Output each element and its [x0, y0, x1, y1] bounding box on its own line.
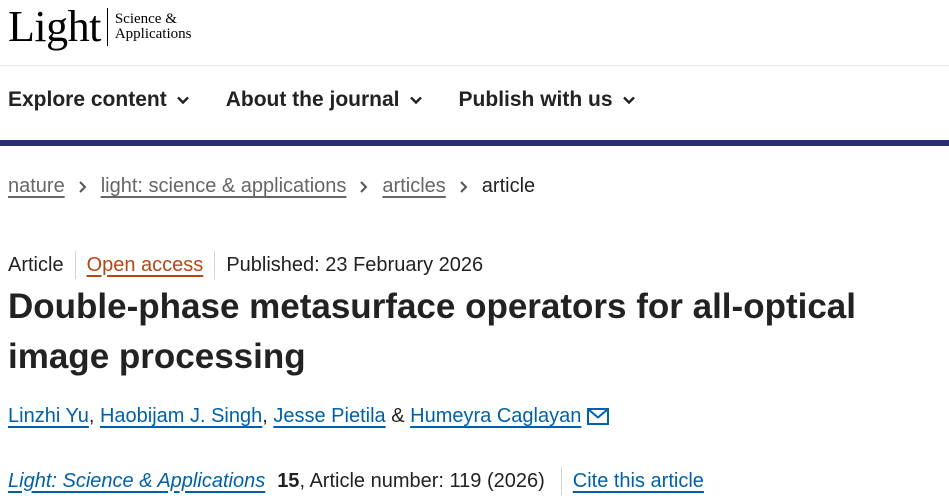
- article-title-line2: image processing: [8, 337, 306, 376]
- article-type: Article: [8, 253, 64, 276]
- chevron-down-icon: [622, 96, 635, 105]
- main-nav: Explore content About the journal Publis…: [8, 88, 672, 112]
- article-title: Double-phase metasurface operators for a…: [8, 282, 949, 382]
- email-icon[interactable]: [587, 408, 610, 425]
- chevron-down-icon: [409, 96, 422, 105]
- breadcrumb-articles[interactable]: articles: [382, 175, 445, 198]
- breadcrumb-nature[interactable]: nature: [8, 175, 65, 198]
- citation-divider: [560, 467, 562, 495]
- chevron-down-icon: [176, 96, 189, 105]
- author-list: Linzhi Yu , Haobijam J. Singh , Jesse Pi…: [8, 405, 610, 428]
- author-separator: ,: [262, 405, 268, 427]
- nav-explore-content[interactable]: Explore content: [8, 88, 190, 112]
- author-link[interactable]: Jesse Pietila: [273, 405, 385, 428]
- cite-this-article-link[interactable]: Cite this article: [573, 470, 704, 493]
- header-divider: [0, 65, 949, 66]
- meta-divider: [74, 251, 76, 279]
- logo-subtitle-line2: Applications: [114, 26, 192, 42]
- breadcrumb-journal[interactable]: light: science & applications: [101, 175, 347, 198]
- author-link[interactable]: Linzhi Yu: [8, 405, 89, 428]
- author-link[interactable]: Haobijam J. Singh: [100, 405, 262, 428]
- journal-link[interactable]: Light: Science & Applications: [8, 470, 265, 493]
- citation-line: Light: Science & Applications 15 , Artic…: [8, 467, 704, 495]
- chevron-right-icon: [79, 180, 87, 193]
- author-separator: ,: [88, 405, 95, 427]
- chevron-right-icon: [460, 180, 468, 193]
- chevron-right-icon: [360, 180, 368, 193]
- nav-item-label: About the journal: [225, 88, 400, 111]
- article-title-line1: Double-phase metasurface operators for a…: [8, 287, 856, 326]
- breadcrumb: nature light: science & applications art…: [8, 175, 535, 198]
- nav-item-label: Publish with us: [458, 88, 613, 111]
- logo-subtitle-line1: Science &: [114, 11, 177, 27]
- logo-subtitle: Science & Applications: [115, 12, 192, 42]
- author-separator: &: [391, 405, 405, 427]
- nav-about-the-journal[interactable]: About the journal: [226, 88, 423, 112]
- logo-wordmark: Light: [8, 2, 101, 51]
- article-meta: Article Open access Published: 23 Februa…: [8, 251, 483, 279]
- author-link[interactable]: Humeyra Caglayan: [410, 405, 581, 428]
- journal-logo[interactable]: Light Science & Applications: [8, 4, 191, 50]
- published-date: Published: 23 February 2026: [226, 253, 484, 276]
- breadcrumb-current: article: [481, 175, 536, 197]
- nav-item-label: Explore content: [8, 88, 167, 111]
- volume-number: 15: [277, 469, 300, 492]
- meta-divider: [214, 251, 216, 279]
- logo-divider: [106, 8, 108, 46]
- article-number: , Article number: 119 (2026): [299, 469, 545, 492]
- open-access-link[interactable]: Open access: [87, 254, 204, 277]
- nav-accent-bar: [0, 140, 949, 146]
- nav-publish-with-us[interactable]: Publish with us: [459, 88, 636, 112]
